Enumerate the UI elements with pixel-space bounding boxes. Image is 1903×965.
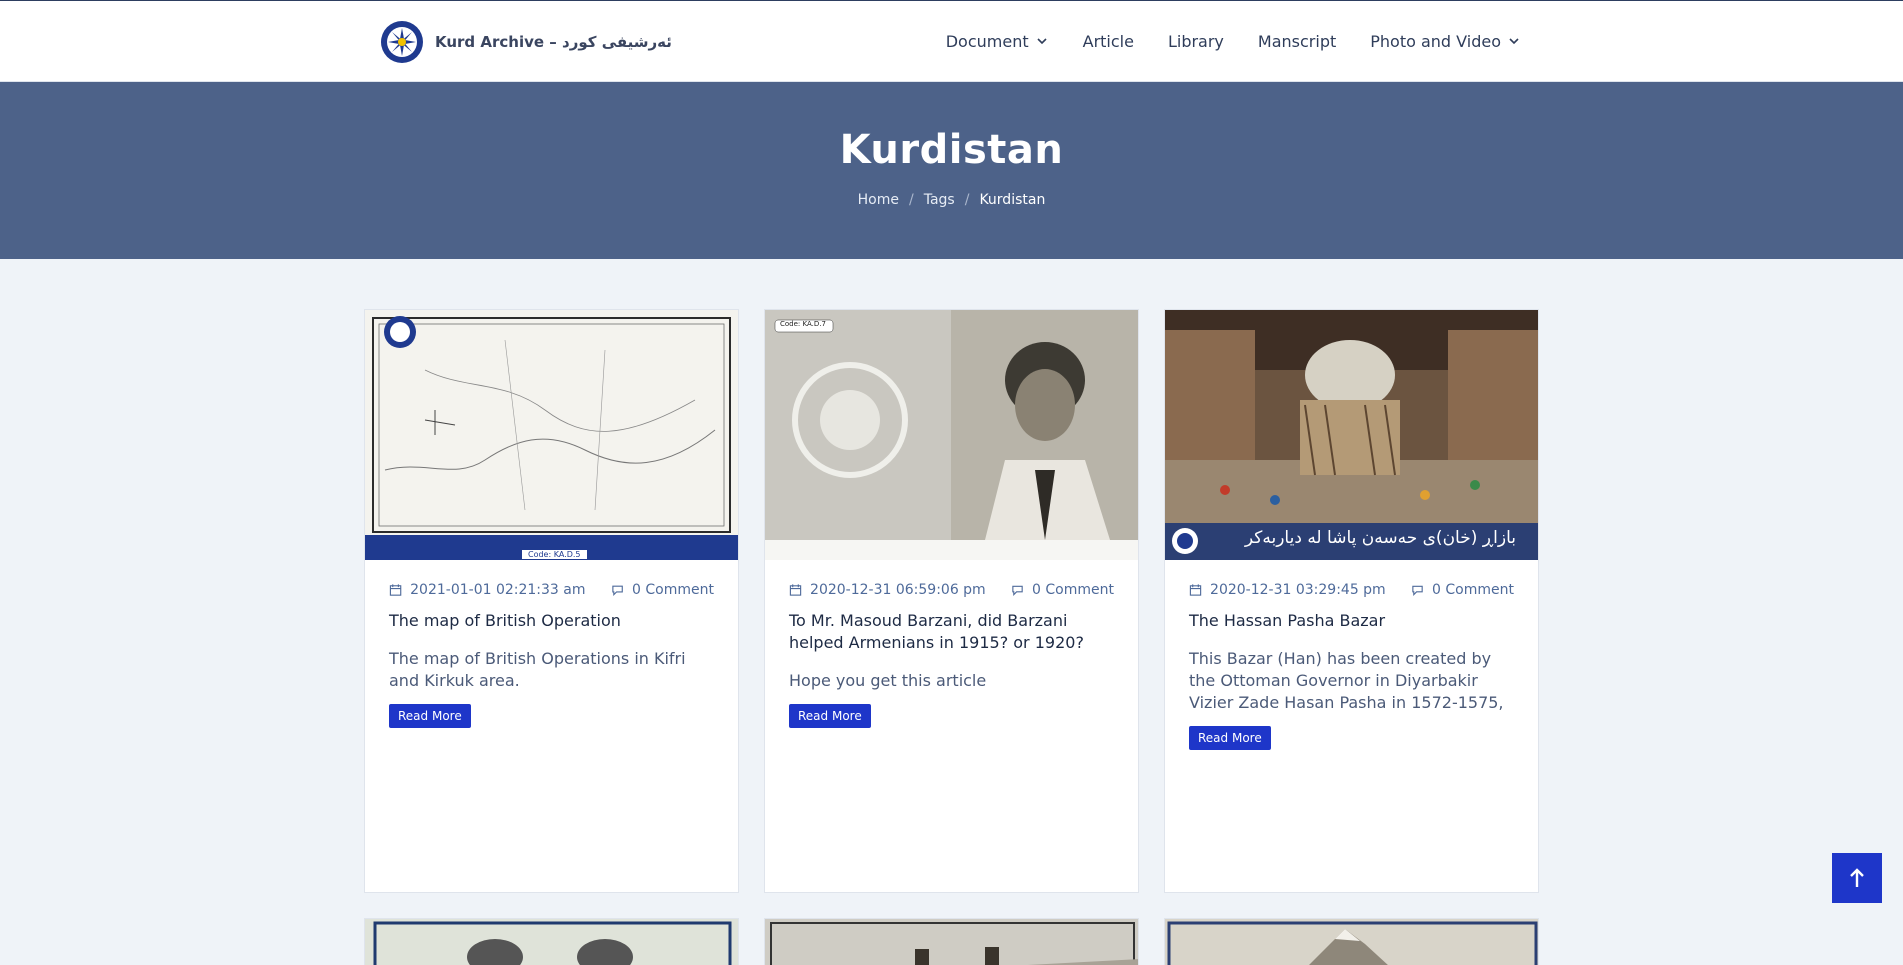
page-banner: Kurdistan Home / Tags / Kurdistan <box>0 82 1903 259</box>
brand-link[interactable]: Kurd Archive – ئەرشیفی کورد <box>379 19 672 65</box>
breadcrumb: Home / Tags / Kurdistan <box>0 192 1903 208</box>
calendar-icon <box>1189 584 1202 596</box>
nav-photo-video[interactable]: Photo and Video <box>1370 32 1521 51</box>
breadcrumb-separator: / <box>964 192 970 208</box>
nav-photo-video-label: Photo and Video <box>1370 31 1501 51</box>
article-thumbnail <box>365 919 738 965</box>
article-card: بازاڕ (خان)ی حەسەن پاشا لە دیاربەکر 2020… <box>1164 309 1539 893</box>
card-meta: 2020-12-31 06:59:06 pm 0 Comment <box>789 582 1114 598</box>
card-title[interactable]: The map of British Operation <box>389 610 714 632</box>
brand-name: Kurd Archive – ئەرشیفی کورد <box>435 33 672 51</box>
card-excerpt: This Bazar (Han) has been created by the… <box>1189 649 1504 712</box>
post-date: 2020-12-31 06:59:06 pm <box>810 582 986 598</box>
nav-article-label: Article <box>1082 31 1134 51</box>
calendar-icon <box>389 584 402 596</box>
card-body: 2020-12-31 06:59:06 pm 0 Comment To Mr. … <box>789 582 1114 728</box>
article-thumbnail <box>765 919 1138 965</box>
card-meta: 2021-01-01 02:21:33 am 0 Comment <box>389 582 714 598</box>
scroll-to-top-button[interactable] <box>1832 853 1882 903</box>
nav-manuscript[interactable]: Manscript <box>1258 32 1336 51</box>
article-card[interactable] <box>364 918 739 965</box>
main-nav: Document Article Library Manscript Photo… <box>946 1 1521 81</box>
comment-icon <box>1412 585 1423 597</box>
breadcrumb-current: Kurdistan <box>979 192 1046 208</box>
thumbnail-caption: بازاڕ (خان)ی حەسەن پاشا لە دیاربەکر <box>1244 528 1516 548</box>
article-card: Code: KA.D.5 2021-01-01 02:21:33 am 0 Co… <box>364 309 739 893</box>
nav-library-label: Library <box>1167 31 1224 51</box>
nav-document[interactable]: Document <box>946 32 1049 51</box>
article-thumbnail[interactable]: Code: KA.D.7 <box>765 310 1138 560</box>
article-thumbnail <box>1165 919 1538 965</box>
thumbnail-code: Code: KA.D.7 <box>780 320 826 328</box>
post-date: 2021-01-01 02:21:33 am <box>410 582 586 598</box>
article-card[interactable] <box>764 918 1139 965</box>
post-date: 2020-12-31 03:29:45 pm <box>1210 582 1386 598</box>
breadcrumb-home[interactable]: Home <box>858 192 899 208</box>
article-thumbnail[interactable]: بازاڕ (خان)ی حەسەن پاشا لە دیاربەکر <box>1165 310 1538 560</box>
card-title[interactable]: The Hassan Pasha Bazar <box>1189 610 1514 632</box>
site-header: Kurd Archive – ئەرشیفی کورد Document Art… <box>0 0 1903 82</box>
breadcrumb-separator: / <box>909 192 914 208</box>
page-title: Kurdistan <box>839 127 1064 173</box>
arrow-up-icon <box>1850 868 1864 887</box>
nav-document-label: Document <box>945 31 1029 51</box>
card-excerpt: Hope you get this article <box>789 671 987 690</box>
comment-count[interactable]: 0 Comment <box>632 582 714 598</box>
read-more-button[interactable]: Read More <box>1189 726 1271 750</box>
kurd-archive-logo <box>379 19 425 65</box>
read-more-button[interactable]: Read More <box>389 704 471 728</box>
article-card[interactable] <box>1164 918 1539 965</box>
card-body: 2021-01-01 02:21:33 am 0 Comment The map… <box>389 582 714 728</box>
card-excerpt: The map of British Operations in Kifri a… <box>389 649 686 690</box>
chevron-down-icon <box>1509 38 1519 45</box>
article-thumbnail[interactable]: Code: KA.D.5 <box>365 310 738 560</box>
breadcrumb-tags[interactable]: Tags <box>924 192 955 208</box>
chevron-down-icon <box>1037 38 1047 45</box>
article-card: Code: KA.D.7 2020-12-31 06:59:06 pm 0 Co… <box>764 309 1139 893</box>
comment-icon <box>612 585 623 597</box>
comment-icon <box>1012 585 1023 597</box>
read-more-button[interactable]: Read More <box>789 704 871 728</box>
card-body: 2020-12-31 03:29:45 pm 0 Comment The Has… <box>1189 582 1514 750</box>
comment-count[interactable]: 0 Comment <box>1432 582 1514 598</box>
calendar-icon <box>789 584 802 596</box>
card-title[interactable]: To Mr. Masoud Barzani, did Barzani helpe… <box>789 610 1114 654</box>
nav-manuscript-label: Manscript <box>1257 31 1337 51</box>
comment-count[interactable]: 0 Comment <box>1032 582 1114 598</box>
thumbnail-code: Code: KA.D.5 <box>522 550 587 559</box>
nav-library[interactable]: Library <box>1168 32 1224 51</box>
nav-article[interactable]: Article <box>1083 32 1134 51</box>
card-meta: 2020-12-31 03:29:45 pm 0 Comment <box>1189 582 1514 598</box>
